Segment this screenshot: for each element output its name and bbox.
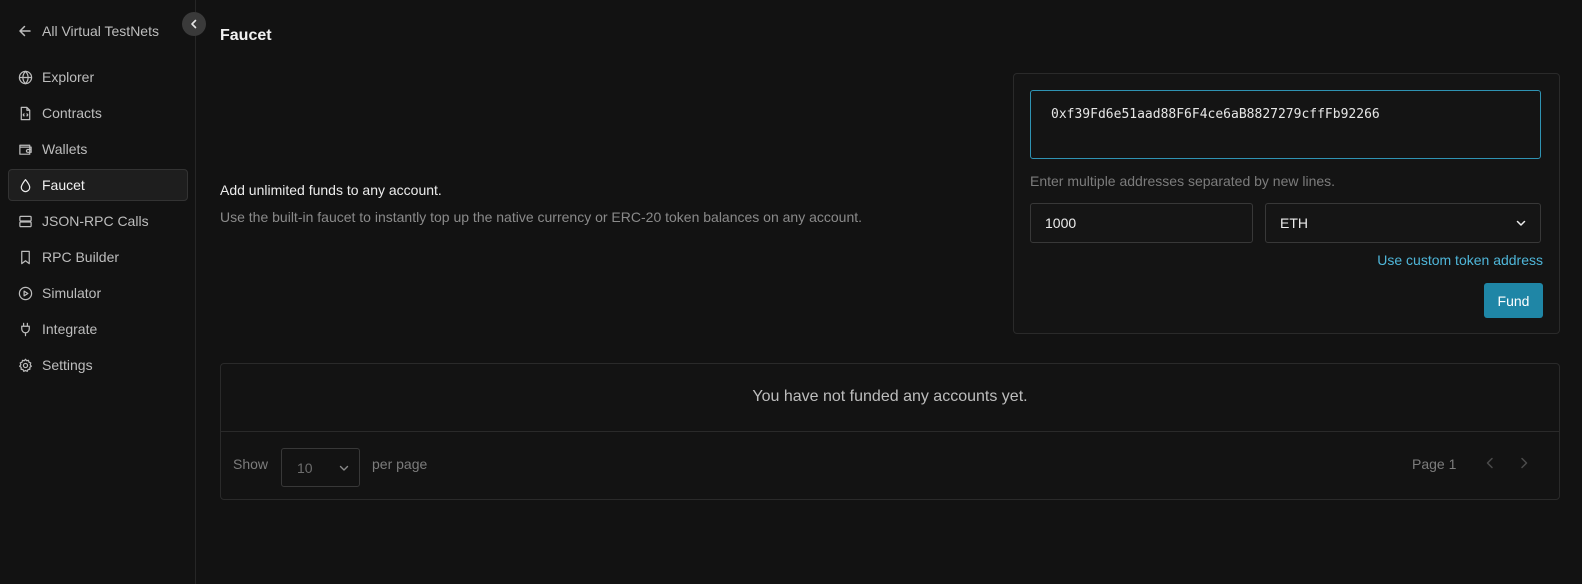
fund-form-card: 0xf39Fd6e51aad88F6F4ce6aB8827279cffFb922…: [1013, 73, 1560, 334]
show-label: Show: [233, 456, 269, 472]
sidebar-nav: Explorer Contracts Wallets Faucet JSON-R…: [8, 61, 188, 385]
chevron-left-icon: [1485, 456, 1495, 472]
fund-button[interactable]: Fund: [1484, 283, 1543, 318]
table-divider: [221, 431, 1559, 432]
sidebar-item-simulator[interactable]: Simulator: [8, 277, 188, 309]
chevron-right-icon: [1519, 456, 1529, 472]
bookmark-icon: [18, 250, 33, 265]
server-icon: [18, 214, 33, 229]
sidebar-item-rpc-builder[interactable]: RPC Builder: [8, 241, 188, 273]
all-virtual-testnets-link[interactable]: All Virtual TestNets: [18, 20, 159, 42]
funded-accounts-table: You have not funded any accounts yet. Sh…: [220, 363, 1560, 500]
next-page-button[interactable]: [1514, 454, 1534, 474]
amount-input[interactable]: 1000: [1030, 203, 1253, 243]
intro-title: Add unlimited funds to any account.: [220, 182, 442, 198]
custom-token-link[interactable]: Use custom token address: [1377, 252, 1543, 268]
plug-icon: [18, 322, 33, 337]
per-page-label: per page: [372, 456, 428, 472]
sidebar-item-explorer[interactable]: Explorer: [8, 61, 188, 93]
sidebar-item-label: Integrate: [42, 321, 98, 337]
empty-state-message: You have not funded any accounts yet.: [752, 388, 1028, 405]
faucet-intro: Add unlimited funds to any account. Use …: [220, 182, 980, 225]
page-title: Faucet: [220, 27, 272, 44]
globe-icon: [18, 70, 33, 85]
sidebar-item-label: Explorer: [42, 69, 95, 85]
sidebar-item-integrate[interactable]: Integrate: [8, 313, 188, 345]
address-hint: Enter multiple addresses separated by ne…: [1030, 173, 1336, 189]
address-textarea[interactable]: 0xf39Fd6e51aad88F6F4ce6aB8827279cffFb922…: [1030, 90, 1541, 159]
gear-icon: [18, 358, 33, 373]
sidebar-item-label: Wallets: [42, 141, 88, 157]
previous-page-button[interactable]: [1480, 454, 1500, 474]
per-page-select[interactable]: 10: [281, 448, 360, 487]
token-select[interactable]: ETH: [1265, 203, 1541, 243]
sidebar-item-contracts[interactable]: Contracts: [8, 97, 188, 129]
sidebar: All Virtual TestNets Explorer Contracts …: [0, 0, 206, 584]
sidebar-item-faucet[interactable]: Faucet: [8, 169, 188, 201]
back-link-label: All Virtual TestNets: [42, 23, 159, 39]
chevron-down-icon: [339, 460, 349, 476]
intro-description: Use the built-in faucet to instantly top…: [220, 209, 863, 225]
collapse-sidebar-button[interactable]: [182, 12, 206, 36]
sidebar-item-label: Faucet: [42, 177, 85, 193]
file-code-icon: [18, 106, 33, 121]
per-page-value: 10: [297, 459, 313, 476]
sidebar-item-label: Settings: [42, 357, 93, 373]
play-circle-icon: [18, 286, 33, 301]
sidebar-item-label: Simulator: [42, 285, 102, 301]
sidebar-item-label: RPC Builder: [42, 249, 120, 265]
chevron-down-icon: [1516, 215, 1526, 231]
token-select-value: ETH: [1280, 215, 1308, 231]
sidebar-item-json-rpc-calls[interactable]: JSON-RPC Calls: [8, 205, 188, 237]
droplet-icon: [18, 178, 33, 193]
sidebar-item-label: Contracts: [42, 105, 102, 121]
sidebar-item-settings[interactable]: Settings: [8, 349, 188, 381]
page-indicator: Page 1: [1412, 456, 1457, 472]
chevron-left-icon: [189, 19, 199, 29]
sidebar-item-label: JSON-RPC Calls: [42, 213, 149, 229]
arrow-left-icon: [18, 24, 32, 38]
sidebar-item-wallets[interactable]: Wallets: [8, 133, 188, 165]
wallet-icon: [18, 142, 33, 157]
